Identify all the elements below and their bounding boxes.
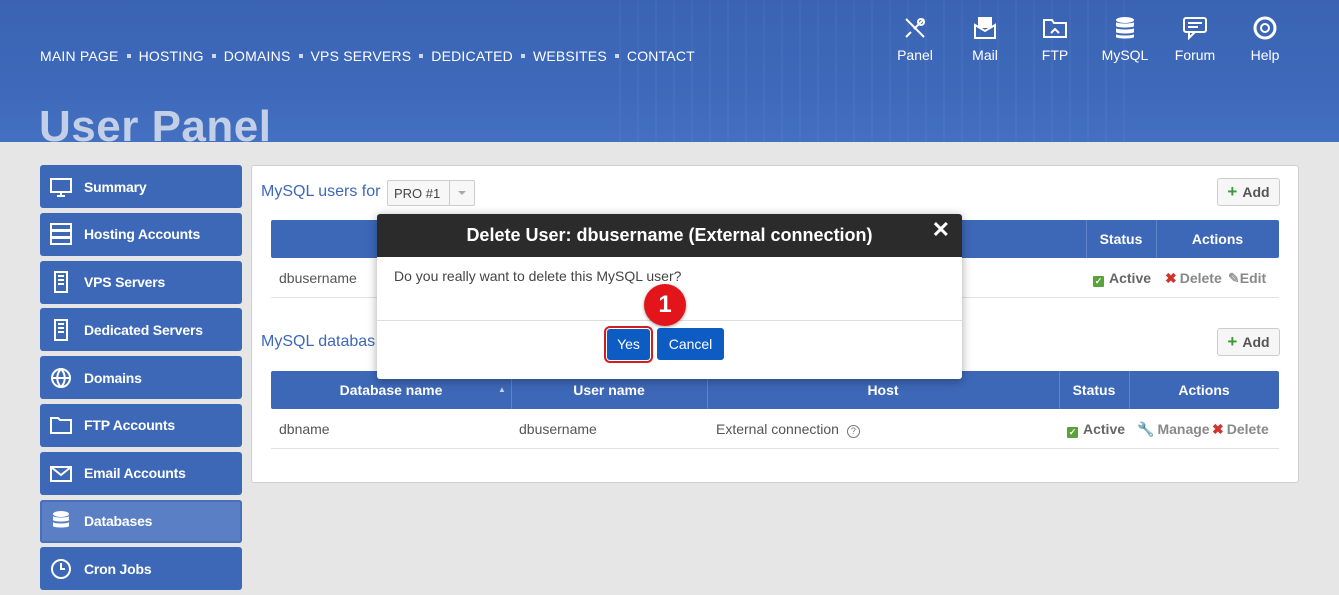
cancel-button[interactable]: Cancel	[657, 328, 724, 360]
dialog-title: Delete User: dbusername (External connec…	[377, 214, 962, 257]
close-icon[interactable]: ✕	[932, 217, 950, 243]
dialog-message: Do you really want to delete this MySQL …	[394, 268, 682, 284]
step-callout-badge: 1	[644, 284, 686, 326]
yes-button[interactable]: Yes	[604, 326, 653, 363]
